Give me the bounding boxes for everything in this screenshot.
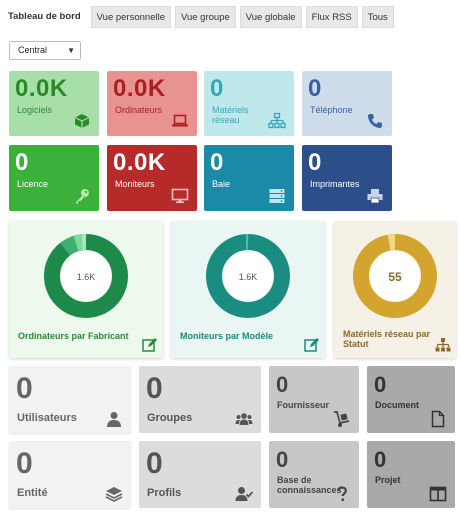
- card-label: Ordinateurs: [115, 105, 163, 115]
- card-value: 0: [15, 149, 29, 176]
- card-value: 0: [16, 447, 33, 480]
- card-value: 0: [210, 149, 224, 176]
- card-label: Téléphone: [310, 105, 353, 115]
- card-computers[interactable]: 0.0K Ordinateurs: [107, 71, 197, 136]
- dolly-icon: [334, 411, 350, 427]
- donut-segment: [73, 234, 84, 252]
- network-by-status-donut[interactable]: 55: [351, 232, 439, 320]
- card-label: Imprimantes: [310, 179, 360, 189]
- card-network-devices[interactable]: 0 Matériels réseau: [204, 71, 294, 136]
- card-label: Baie: [212, 179, 231, 189]
- key-icon: [75, 189, 89, 204]
- card-phones[interactable]: 0 Téléphone: [302, 71, 392, 136]
- card-label: Licence: [17, 179, 49, 189]
- card-label: Moniteurs: [115, 179, 155, 189]
- user-check-icon: [235, 487, 253, 501]
- card-label: Document: [375, 400, 420, 410]
- card-label: Logiciels: [17, 105, 53, 115]
- card-value: 0: [146, 447, 163, 480]
- tab-rss-feed[interactable]: Flux RSS: [305, 6, 358, 28]
- chart-card-computers-by-manufacturer[interactable]: 1.6K Ordinateurs par Fabricant: [9, 221, 163, 358]
- card-projects[interactable]: 0 Projet: [367, 441, 455, 508]
- card-value: 0.0K: [15, 75, 68, 102]
- card-value: 0: [374, 372, 387, 397]
- card-entities[interactable]: 0 Entité: [9, 441, 131, 508]
- file-icon: [431, 410, 445, 428]
- edit-icon[interactable]: [304, 337, 320, 353]
- card-documents[interactable]: 0 Document: [367, 366, 455, 433]
- card-licenses[interactable]: 0 Licence: [9, 145, 99, 211]
- card-printers[interactable]: 0 Imprimantes: [302, 145, 392, 211]
- card-software[interactable]: 0.0K Logiciels: [9, 71, 99, 136]
- card-knowledge-base[interactable]: 0 Base de connaissances: [269, 441, 359, 508]
- tab-bar: Tableau de bord Vue personnelle Vue grou…: [3, 6, 398, 28]
- card-value: 0: [308, 149, 322, 176]
- card-value: 0: [374, 447, 387, 472]
- tab-dashboard[interactable]: Tableau de bord: [3, 6, 87, 28]
- donut-segment: [387, 234, 396, 251]
- printer-icon: [367, 189, 383, 204]
- card-monitors[interactable]: 0.0K Moniteurs: [107, 145, 197, 211]
- chevron-down-icon: ▼: [67, 46, 75, 55]
- computers-by-manufacturer-donut[interactable]: 1.6K: [42, 232, 130, 320]
- monitor-icon: [171, 188, 189, 204]
- card-label: Groupes: [147, 412, 193, 424]
- server-icon: [269, 189, 285, 203]
- box-icon: [74, 114, 90, 128]
- tab-all[interactable]: Tous: [361, 6, 394, 28]
- card-racks[interactable]: 0 Baie: [204, 145, 294, 211]
- user-icon: [107, 412, 121, 427]
- card-label: Projet: [375, 475, 401, 485]
- card-value: 0: [16, 372, 33, 405]
- edit-icon[interactable]: [142, 337, 158, 353]
- donut-center-value: 55: [388, 270, 402, 284]
- card-label: Base de connaissances: [277, 475, 342, 495]
- phone-icon: [368, 114, 382, 128]
- question-icon: [337, 486, 347, 502]
- tab-global-view[interactable]: Vue globale: [239, 6, 302, 28]
- chart-card-monitors-by-model[interactable]: 1.6K Moniteurs par Modèle: [171, 221, 325, 358]
- card-profiles[interactable]: 0 Profils: [139, 441, 261, 508]
- card-value: 0: [210, 75, 224, 102]
- card-label: Utilisateurs: [17, 412, 77, 424]
- users-icon: [235, 413, 253, 425]
- card-suppliers[interactable]: 0 Fournisseur: [269, 366, 359, 433]
- card-groups[interactable]: 0 Groupes: [139, 366, 261, 433]
- dashboard-select[interactable]: Central ▼: [9, 41, 81, 60]
- chart-card-network-by-status[interactable]: 55 Matériels réseau par Statut: [334, 221, 456, 358]
- card-value: 0.0K: [113, 149, 166, 176]
- card-value: 0.0K: [113, 75, 166, 102]
- card-label: Profils: [147, 487, 182, 499]
- chart-label: Moniteurs par Modèle: [180, 331, 274, 341]
- card-label: Matériels réseau: [212, 105, 249, 125]
- card-value: 0: [276, 372, 289, 397]
- layers-icon: [105, 487, 123, 502]
- card-value: 0: [276, 447, 289, 472]
- card-value: 0: [146, 372, 163, 405]
- card-value: 0: [308, 75, 322, 102]
- network-icon: [268, 112, 286, 129]
- laptop-icon: [172, 114, 188, 127]
- donut-center-value: 1.6K: [77, 272, 96, 282]
- monitors-by-model-donut[interactable]: 1.6K: [204, 232, 292, 320]
- chart-label: Matériels réseau par Statut: [343, 329, 431, 349]
- tab-personal-view[interactable]: Vue personnelle: [90, 6, 171, 28]
- donut-center-value: 1.6K: [239, 272, 258, 282]
- card-users[interactable]: 0 Utilisateurs: [9, 366, 131, 433]
- sitemap-icon[interactable]: [435, 337, 451, 353]
- columns-icon: [429, 486, 447, 502]
- dashboard-select-value: Central: [18, 45, 48, 55]
- chart-label: Ordinateurs par Fabricant: [18, 331, 129, 341]
- card-label: Fournisseur: [277, 400, 330, 410]
- tab-group-view[interactable]: Vue groupe: [174, 6, 236, 28]
- card-label: Entité: [17, 487, 48, 499]
